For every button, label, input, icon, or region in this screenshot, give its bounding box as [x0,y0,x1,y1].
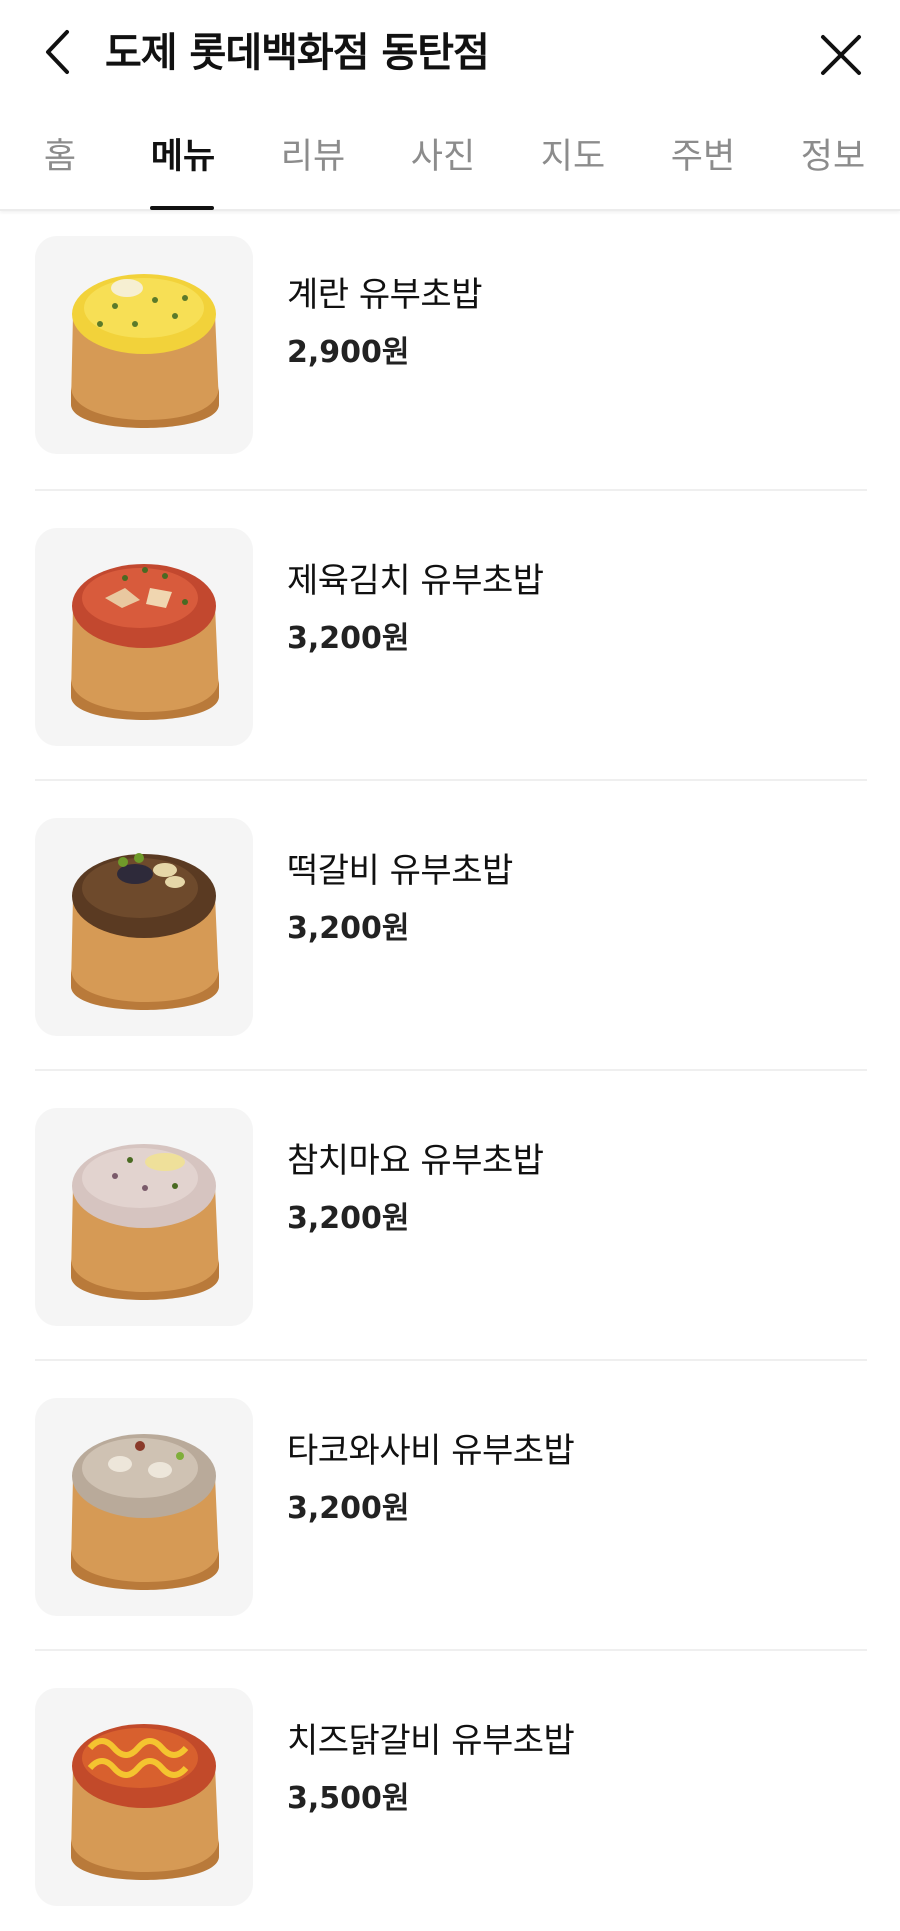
tuna-mayo-inari-sushi-icon [71,1144,219,1300]
menu-item-image [35,528,253,746]
tteokgalbi-inari-sushi-icon [71,853,219,1010]
tab-photos[interactable]: 사진 [408,105,478,209]
menu-item-price: 3,200원 [287,621,410,656]
menu-item-name: 타코와사비 유부초밥 [287,1431,575,1471]
egg-inari-sushi-icon [71,274,219,428]
menu-item-price: 3,200원 [287,1491,410,1526]
close-icon [821,35,861,75]
close-button[interactable] [816,30,866,80]
menu-item-name: 떡갈비 유부초밥 [287,851,513,891]
cheese-dakgalbi-inari-sushi-icon [71,1724,219,1880]
menu-item-image [35,1398,253,1616]
tab-bar: 홈 메뉴 리뷰 사진 지도 주변 정보 [0,105,900,211]
menu-item-price: 3,500원 [287,1781,410,1816]
back-button[interactable] [36,26,80,78]
menu-item-name: 계란 유부초밥 [287,275,483,315]
menu-item-image [35,236,253,454]
menu-item-price: 3,200원 [287,911,410,946]
tab-nearby[interactable]: 주변 [668,105,738,209]
tako-wasabi-inari-sushi-icon [71,1434,219,1590]
menu-item-image [35,1688,253,1906]
menu-item-image [35,1108,253,1326]
menu-item[interactable]: 제육김치 유부초밥 3,200원 [0,491,900,781]
menu-item-name: 제육김치 유부초밥 [287,561,544,601]
top-bar: 도제 롯데백화점 동탄점 [0,0,900,105]
menu-item-name: 참치마요 유부초밥 [287,1141,544,1181]
tab-map[interactable]: 지도 [538,105,608,209]
active-tab-indicator [150,206,214,210]
pork-kimchi-inari-sushi-icon [71,564,219,720]
menu-list: 계란 유부초밥 2,900원 제육김치 유부초밥 3,200원 떡갈비 유부초밥… [0,211,900,1931]
menu-item[interactable]: 참치마요 유부초밥 3,200원 [0,1071,900,1361]
page-title: 도제 롯데백화점 동탄점 [105,30,490,76]
menu-item[interactable]: 떡갈비 유부초밥 3,200원 [0,781,900,1071]
menu-item[interactable]: 치즈닭갈비 유부초밥 3,500원 [0,1651,900,1931]
tab-home[interactable]: 홈 [40,105,80,209]
chevron-left-icon [46,30,69,74]
menu-item-price: 2,900원 [287,335,410,370]
menu-item[interactable]: 타코와사비 유부초밥 3,200원 [0,1361,900,1651]
tab-menu[interactable]: 메뉴 [148,105,218,209]
menu-item-name: 치즈닭갈비 유부초밥 [287,1721,575,1761]
menu-item[interactable]: 계란 유부초밥 2,900원 [0,211,900,491]
tab-reviews[interactable]: 리뷰 [278,105,348,209]
tab-info[interactable]: 정보 [798,105,868,209]
menu-item-price: 3,200원 [287,1201,410,1236]
menu-item-image [35,818,253,1036]
